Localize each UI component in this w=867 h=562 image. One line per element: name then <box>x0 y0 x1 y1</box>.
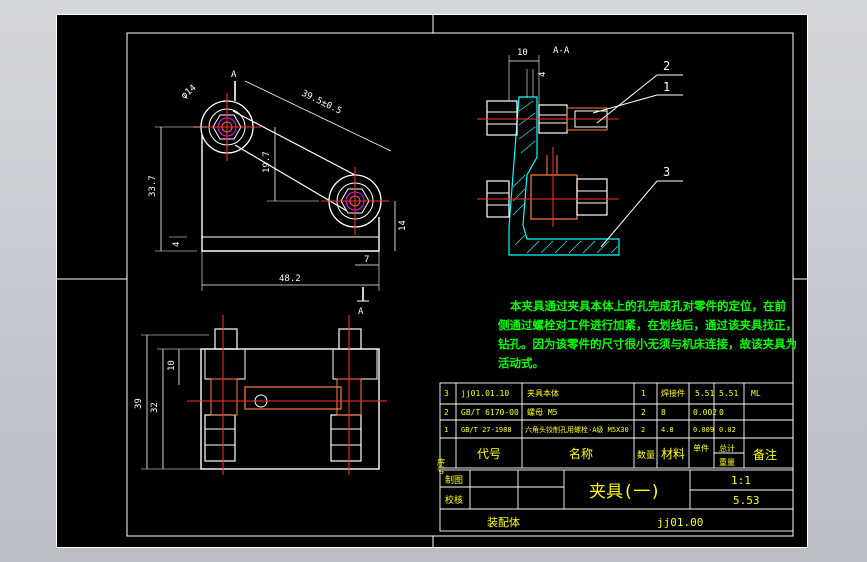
section-mark-bottom: A <box>358 307 364 317</box>
bom-row: 3 jj01.01.10 夹具本体 1 焊接件 5.51 5.51 ML <box>444 388 761 398</box>
dim-h14: 14 <box>398 220 408 231</box>
technical-note: 本夹具通过夹具本体上的孔完成孔对零件的定位，在前 侧通过螺栓对工件进行加紧，在划… <box>498 297 848 373</box>
clamp-block-left <box>204 348 246 380</box>
leader-line <box>600 180 658 248</box>
svg-text:夹具本体: 夹具本体 <box>527 388 559 398</box>
section-title: A-A <box>553 46 570 56</box>
link-block <box>530 174 578 220</box>
front-view <box>141 315 387 475</box>
note-line: 侧通过螺栓对工件进行加紧，在划线后，通过该夹具找正， <box>498 318 797 332</box>
svg-text:3: 3 <box>444 389 449 398</box>
svg-text:重量: 重量 <box>719 457 735 467</box>
label-check: 校核 <box>445 494 463 506</box>
note-line: 活动式。 <box>498 356 544 370</box>
link-bar <box>244 386 342 410</box>
dim-slot: 39.5±0.5 <box>300 89 343 117</box>
svg-text:备注: 备注 <box>753 447 777 462</box>
leader-line <box>592 94 658 114</box>
dim-h337: 33.7 <box>148 175 158 197</box>
leader-line <box>596 74 658 124</box>
dim-h197: 19.7 <box>262 151 272 173</box>
svg-text:ML: ML <box>751 389 761 398</box>
svg-text:0.02: 0.02 <box>719 426 736 434</box>
svg-text:0.009: 0.009 <box>693 426 714 434</box>
top-view <box>155 80 396 302</box>
note-line: 本夹具通过夹具本体上的孔完成孔对零件的定位，在前 <box>510 299 786 313</box>
svg-text:jj01.01.10: jj01.01.10 <box>461 389 509 398</box>
nut-bottom <box>576 178 608 216</box>
bolt-head-left <box>214 328 238 350</box>
svg-text:GB/T 27-1988: GB/T 27-1988 <box>461 426 512 434</box>
bom-row: 2 GB/T 6170-00 螺母 M5 2 8 0.002 0 <box>444 407 724 417</box>
dim-w7: 7 <box>364 255 369 265</box>
balloon-3: 3 <box>663 165 670 179</box>
svg-text:1: 1 <box>444 426 448 434</box>
nut-left-front <box>204 414 236 462</box>
dim-h32: 32 <box>150 402 160 413</box>
svg-text:2: 2 <box>444 408 449 417</box>
svg-text:GB/T 6170-00: GB/T 6170-00 <box>461 408 519 417</box>
svg-text:0.002: 0.002 <box>693 408 717 417</box>
section-view <box>477 55 683 256</box>
dim-d4-top: 4 <box>538 72 548 77</box>
svg-text:序号: 序号 <box>437 457 446 475</box>
bolt-head-right <box>338 328 362 350</box>
bolt-head-top <box>486 100 518 136</box>
svg-text:8: 8 <box>661 408 666 417</box>
dim-h10: 10 <box>167 360 177 371</box>
drawing-number: jj01.00 <box>657 516 703 529</box>
svg-text:4.8: 4.8 <box>661 426 674 434</box>
svg-text:1: 1 <box>641 389 646 398</box>
bom-row: 1 GB/T 27-1988 六角头铰制孔用螺栓-A级 M5X30 2 4.8 … <box>444 425 736 434</box>
link-arm <box>232 110 356 176</box>
nut-right-front <box>330 414 362 462</box>
drawing-canvas: φ14 39.5±0.5 33.7 19.7 4 14 7 48.2 A A A… <box>57 15 807 547</box>
cad-viewport: φ14 39.5±0.5 33.7 19.7 4 14 7 48.2 A A A… <box>0 0 867 562</box>
svg-text:螺母 M5: 螺母 M5 <box>527 407 558 417</box>
dim-d10: 10 <box>517 48 528 58</box>
balloon-1: 1 <box>663 80 670 94</box>
bolt-shank-left <box>210 378 238 416</box>
hatch <box>512 100 619 254</box>
section-mark-top: A <box>231 70 237 80</box>
bracket-body <box>508 96 620 256</box>
svg-text:2: 2 <box>641 426 645 434</box>
svg-text:0: 0 <box>719 408 724 417</box>
drawing-title: 夹具(一) <box>589 482 660 502</box>
label-draw: 制图 <box>445 474 463 486</box>
sheet-ratio: 1:1 <box>731 474 751 487</box>
weight-value: 5.53 <box>733 494 760 507</box>
dim-line <box>244 80 392 152</box>
svg-text:代号: 代号 <box>477 447 501 461</box>
balloon-2: 2 <box>663 59 670 73</box>
svg-text:名称: 名称 <box>569 446 593 461</box>
dim-h4: 4 <box>172 242 182 247</box>
svg-text:5.51: 5.51 <box>695 389 714 398</box>
svg-text:数量: 数量 <box>637 449 655 461</box>
svg-text:5.51: 5.51 <box>719 389 738 398</box>
dim-diameter: φ14 <box>180 83 199 101</box>
drawing-sheet: φ14 39.5±0.5 33.7 19.7 4 14 7 48.2 A A A… <box>56 14 808 548</box>
svg-text:材料: 材料 <box>661 447 685 461</box>
dim-h39: 39 <box>134 398 144 409</box>
svg-text:单件: 单件 <box>693 443 709 453</box>
clamp-block-right <box>332 348 378 380</box>
svg-text:2: 2 <box>641 408 646 417</box>
assembly-label: 装配体 <box>487 515 520 529</box>
svg-text:六角头铰制孔用螺栓-A级 M5X30: 六角头铰制孔用螺栓-A级 M5X30 <box>525 425 629 434</box>
svg-text:焊接件: 焊接件 <box>661 388 685 398</box>
svg-text:总计: 总计 <box>719 443 735 453</box>
note-line: 钻孔。因为该零件的尺寸很小无须与机床连接，故该夹具为 <box>498 337 797 351</box>
dim-w482: 48.2 <box>279 274 301 284</box>
